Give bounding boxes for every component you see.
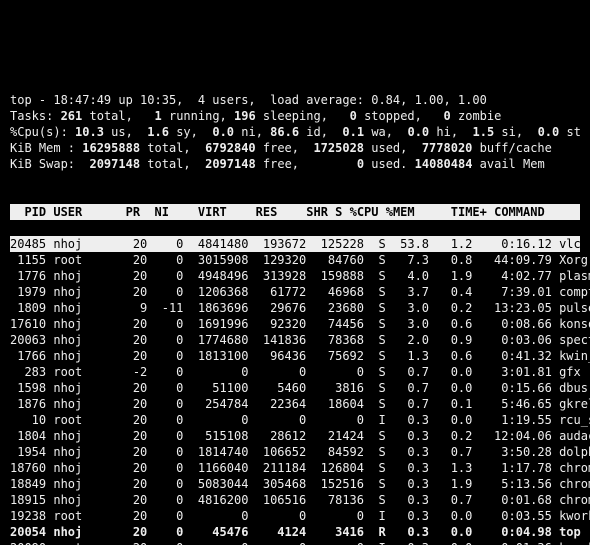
col-header: PR	[111, 205, 140, 219]
process-row: 1155 root 20 0 3015908 129320 84760 S 7.…	[10, 252, 580, 268]
process-list: 20485 nhoj 20 0 4841480 193672 125228 S …	[10, 236, 580, 545]
process-row: 1766 nhoj 20 0 1813100 96436 75692 S 1.3…	[10, 348, 580, 364]
col-header: NI	[140, 205, 169, 219]
col-header: %CPU	[342, 205, 378, 219]
column-header-row: PID USER PR NI VIRT RES SHR S %CPU %MEM …	[10, 204, 580, 220]
process-row: 1954 nhoj 20 0 1814740 106652 84592 S 0.…	[10, 444, 580, 460]
col-header: %MEM	[379, 205, 415, 219]
process-row: 20090 root 20 0 0 0 0 I 0.3 0.0 0:01.36 …	[10, 540, 580, 545]
summary-line-swap: KiB Swap: 2097148 total, 2097148 free, 0…	[10, 157, 552, 171]
process-row: 18849 nhoj 20 0 5083044 305468 152516 S …	[10, 476, 580, 492]
process-row: 283 root -2 0 0 0 0 S 0.7 0.0 3:01.81 gf…	[10, 364, 580, 380]
process-row: 1804 nhoj 20 0 515108 28612 21424 S 0.3 …	[10, 428, 580, 444]
process-row: 19238 root 20 0 0 0 0 I 0.3 0.0 0:03.55 …	[10, 508, 580, 524]
process-row: 20485 nhoj 20 0 4841480 193672 125228 S …	[10, 236, 580, 252]
process-row: 17610 nhoj 20 0 1691996 92320 74456 S 3.…	[10, 316, 580, 332]
col-header: VIRT	[169, 205, 227, 219]
col-header: TIME+	[415, 205, 487, 219]
col-header: SHR	[277, 205, 328, 219]
process-row: 1876 nhoj 20 0 254784 22364 18604 S 0.7 …	[10, 396, 580, 412]
process-row: 20054 nhoj 20 0 45476 4124 3416 R 0.3 0.…	[10, 524, 580, 540]
process-row: 18915 nhoj 20 0 4816200 106516 78136 S 0…	[10, 492, 580, 508]
process-row: 1809 nhoj 9 -11 1863696 29676 23680 S 3.…	[10, 300, 580, 316]
col-header: COMMAND	[487, 205, 590, 219]
summary-line-tasks: Tasks: 261 total, 1 running, 196 sleepin…	[10, 109, 501, 123]
process-row: 1776 nhoj 20 0 4948496 313928 159888 S 4…	[10, 268, 580, 284]
process-row: 20063 nhoj 20 0 1774680 141836 78368 S 2…	[10, 332, 580, 348]
process-row: 1598 nhoj 20 0 51100 5460 3816 S 0.7 0.0…	[10, 380, 580, 396]
summary-line-cpu: %Cpu(s): 10.3 us, 1.6 sy, 0.0 ni, 86.6 i…	[10, 125, 581, 139]
top-summary: top - 18:47:49 up 10:35, 4 users, load a…	[10, 92, 580, 188]
col-header: USER	[46, 205, 111, 219]
col-header: RES	[227, 205, 278, 219]
process-row: 1979 nhoj 20 0 1206368 61772 46968 S 3.7…	[10, 284, 580, 300]
summary-line-mem: KiB Mem : 16295888 total, 6792840 free, …	[10, 141, 552, 155]
col-header: PID	[10, 205, 46, 219]
process-row: 18760 nhoj 20 0 1166040 211184 126804 S …	[10, 460, 580, 476]
col-header: S	[328, 205, 342, 219]
summary-line-1: top - 18:47:49 up 10:35, 4 users, load a…	[10, 93, 487, 107]
process-row: 10 root 20 0 0 0 0 I 0.3 0.0 1:19.55 rcu…	[10, 412, 580, 428]
